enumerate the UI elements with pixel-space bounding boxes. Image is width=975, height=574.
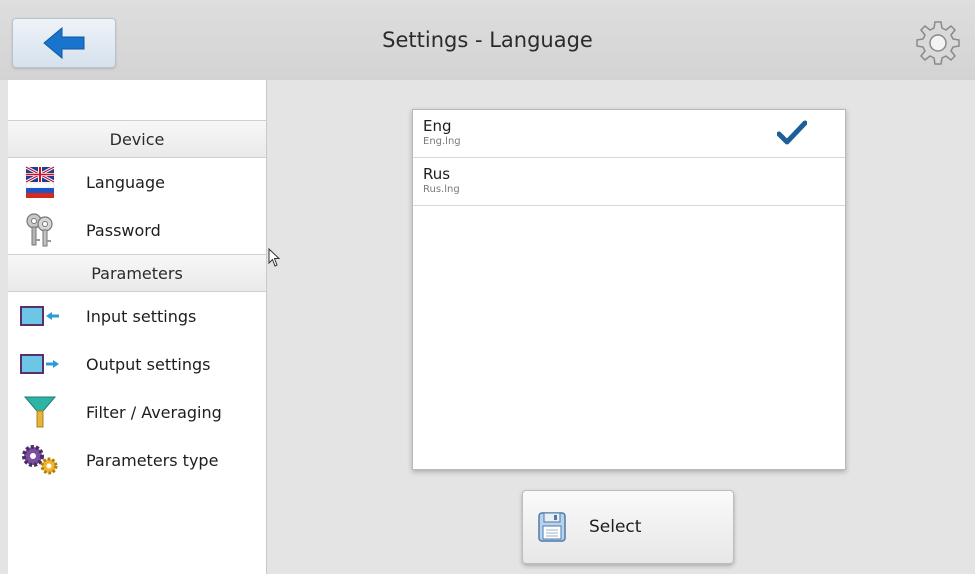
gears-icon	[20, 442, 60, 478]
sidebar-item-output-settings[interactable]: Output settings	[8, 340, 266, 388]
language-option-rus[interactable]: Rus Rus.lng	[413, 158, 845, 206]
output-settings-icon	[20, 346, 60, 382]
sidebar-item-input-settings[interactable]: Input settings	[8, 292, 266, 340]
settings-button[interactable]	[915, 20, 961, 66]
filter-icon	[20, 394, 60, 430]
page-title: Settings - Language	[382, 28, 593, 52]
sidebar-item-label: Input settings	[86, 306, 197, 326]
section-parameters: Parameters	[8, 254, 266, 292]
sidebar-item-parameters-type[interactable]: Parameters type	[8, 436, 266, 484]
input-settings-icon	[20, 298, 60, 334]
mouse-cursor-icon	[268, 248, 280, 267]
floppy-disk-icon	[538, 512, 566, 542]
sidebar-item-label: Password	[86, 220, 161, 240]
select-button[interactable]: Select	[522, 490, 734, 564]
sidebar-item-filter-averaging[interactable]: Filter / Averaging	[8, 388, 266, 436]
sidebar-item-password[interactable]: Password	[8, 206, 266, 254]
sidebar-item-label: Language	[86, 172, 165, 192]
sidebar-item-label: Output settings	[86, 354, 211, 374]
language-name: Rus	[423, 165, 451, 183]
language-list: Eng Eng.lng Rus Rus.lng	[412, 109, 846, 470]
select-button-label: Select	[589, 517, 642, 537]
keys-icon	[20, 212, 60, 248]
language-option-eng[interactable]: Eng Eng.lng	[413, 110, 845, 158]
checkmark-icon	[777, 120, 807, 145]
language-file: Rus.lng	[423, 184, 460, 195]
gear-icon	[916, 21, 960, 65]
section-device: Device	[8, 120, 266, 158]
flag-icon	[20, 164, 60, 200]
sidebar: Device Language Password Parameters Inpu…	[8, 80, 267, 574]
sidebar-item-label: Filter / Averaging	[86, 402, 222, 422]
sidebar-item-language[interactable]: Language	[8, 158, 266, 206]
sidebar-item-label: Parameters type	[86, 450, 219, 470]
header-bar: Settings - Language	[0, 0, 975, 80]
